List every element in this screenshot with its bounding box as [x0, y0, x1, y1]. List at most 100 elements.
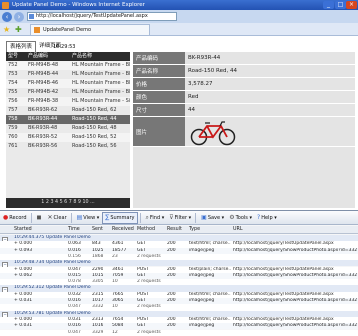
- grid-cell-name: Road-150 Red, 52: [72, 134, 117, 140]
- bike-photo: [190, 121, 236, 146]
- grid-cell-id: 756: [8, 98, 18, 104]
- detail-value: 44: [185, 104, 355, 117]
- grid-pager[interactable]: 1 2 3 4 5 6 7 8 9 10 ...: [6, 198, 130, 208]
- grid-cell-name: HL Mountain Frame - Black, 42: [72, 89, 130, 95]
- favorites-star-icon[interactable]: ★: [3, 25, 12, 34]
- record-button[interactable]: ●Record: [1, 213, 29, 223]
- save-button[interactable]: ▣Save ▾: [199, 213, 226, 223]
- add-favorites-icon[interactable]: ✚: [15, 25, 24, 34]
- grid-header-name: 产品名称: [72, 53, 93, 59]
- grid-cell-name: HL Mountain Frame - Black, 46: [72, 80, 130, 86]
- session-summary-row[interactable]: 0.047 3329 12 2 requests: [0, 329, 358, 336]
- detail-row-color: 颜色 Red: [133, 91, 355, 104]
- detail-empty-area: [133, 147, 355, 208]
- detail-label: 颜色: [133, 91, 185, 104]
- col-time[interactable]: Time: [68, 226, 80, 234]
- grid-cell-code: FR-M94B-48: [28, 62, 59, 68]
- grid-cell-name: HL Mountain Frame - Black, 48: [72, 62, 130, 68]
- grid-row[interactable]: 757 BK-R93R-62 Road-150 Red, 62: [6, 106, 130, 115]
- window-title: Update Panel Demo - Windows Internet Exp…: [12, 2, 145, 8]
- view-button[interactable]: ▤View ▾: [75, 213, 102, 223]
- col-result[interactable]: Result: [167, 226, 182, 234]
- grid-header-code: 产品编码: [28, 53, 49, 59]
- col-type[interactable]: Type: [189, 226, 200, 234]
- detail-value: 3,578.27: [185, 78, 355, 91]
- maximize-button[interactable]: □: [335, 1, 346, 9]
- fiddler-toolbar: ●Record ◼ ✕Clear ▤View ▾ ∑Summary ⌕Find …: [0, 211, 358, 225]
- detail-value: Road-150 Red, 44: [185, 65, 355, 78]
- grid-cell-id: 752: [8, 62, 18, 68]
- grid-cell-id: 758: [8, 116, 18, 122]
- clear-button[interactable]: ✕Clear: [46, 213, 69, 223]
- grid-cell-name: HL Mountain Frame - Black, 44: [72, 71, 130, 77]
- grid-row[interactable]: 752 FR-M94B-48 HL Mountain Frame - Black, …: [6, 61, 130, 70]
- ie-icon: [2, 1, 9, 9]
- grid-cell-name: HL Mountain Frame - Silver, 38: [72, 98, 130, 104]
- col-method[interactable]: Method: [137, 226, 155, 234]
- grid-cell-id: 759: [8, 125, 18, 131]
- address-url: http://localhost/jquery/TestUpdatePanel.…: [36, 13, 148, 19]
- fiddler-column-headers: Started Time Sent Received Method Result…: [0, 226, 358, 234]
- tab-bar: ★ ✚ UpdatePanel Demo: [0, 23, 358, 36]
- grid-cell-code: BK-R93R-48: [28, 125, 58, 131]
- address-toolbar: ‹ › http://localhost/jquery/TestUpdatePa…: [0, 10, 358, 23]
- grid-row[interactable]: 761 BK-R93R-56 Road-150 Red, 56: [6, 142, 130, 151]
- detail-row-photo: 图片: [133, 117, 355, 147]
- grid-cell-name: Road-150 Red, 56: [72, 143, 117, 149]
- summary-time: 0.047: [68, 329, 81, 335]
- find-button[interactable]: ⌕Find ▾: [144, 213, 167, 223]
- detail-label: 尺寸: [133, 104, 185, 117]
- grid-row[interactable]: 756 FR-M94B-38 HL Mountain Frame - Silver,…: [6, 97, 130, 106]
- grid-cell-name: Road-150 Red, 48: [72, 125, 117, 131]
- detail-row-price: 价格 3,578.27: [133, 78, 355, 91]
- update-timestamp: 10:29:53: [53, 44, 76, 50]
- grid-cell-id: 753: [8, 71, 18, 77]
- back-button[interactable]: ‹: [2, 11, 12, 22]
- product-detail: 产品编码 BK-R93R-44 产品名称 Road-150 Red, 44 价格…: [133, 52, 355, 208]
- close-button[interactable]: ×: [346, 1, 357, 9]
- col-url[interactable]: URL: [233, 226, 243, 234]
- grid-row[interactable]: 758 BK-R93R-44 Road-150 Red, 44: [6, 115, 130, 124]
- grid-cell-id: 760: [8, 134, 18, 140]
- tab-page-icon: [34, 26, 40, 33]
- grid-cell-id: 757: [8, 107, 18, 113]
- detail-label: 价格: [133, 78, 185, 91]
- grid-cell-code: FR-M94B-44: [28, 71, 59, 77]
- grid-row[interactable]: 754 FR-M94B-46 HL Mountain Frame - Black, …: [6, 79, 130, 88]
- forward-button[interactable]: ›: [14, 11, 24, 22]
- detail-photo-cell: [185, 117, 355, 147]
- grid-header-id: 型号: [8, 53, 19, 59]
- help-button[interactable]: ?Help ▾: [255, 213, 279, 223]
- detail-row-code: 产品编码 BK-R93R-44: [133, 52, 355, 65]
- col-started[interactable]: Started: [14, 226, 32, 234]
- grid-row[interactable]: 755 FR-M94B-42 HL Mountain Frame - Black, …: [6, 88, 130, 97]
- grid-cell-name: Road-150 Red, 62: [72, 107, 117, 113]
- tools-button[interactable]: ⚙Tools ▾: [227, 213, 254, 223]
- tab-list-view[interactable]: 表格列表: [6, 40, 37, 52]
- grid-row[interactable]: 759 BK-R93R-48 Road-150 Red, 48: [6, 124, 130, 133]
- grid-cell-code: FR-M94B-46: [28, 80, 59, 86]
- detail-label: 产品编码: [133, 52, 185, 65]
- grid-cell-name: Road-150 Red, 44: [72, 116, 117, 122]
- col-received[interactable]: Received: [112, 226, 134, 234]
- detail-row-name: 产品名称 Road-150 Red, 44: [133, 65, 355, 78]
- address-input[interactable]: http://localhost/jquery/TestUpdatePanel.…: [27, 12, 177, 21]
- grid-row[interactable]: 753 FR-M94B-44 HL Mountain Frame - Black, …: [6, 70, 130, 79]
- detail-value: Red: [185, 91, 355, 104]
- minimize-button[interactable]: _: [323, 1, 334, 9]
- tab-title: UpdatePanel Demo: [43, 26, 92, 33]
- grid-row[interactable]: 760 BK-R93R-52 Road-150 Red, 52: [6, 133, 130, 142]
- grid-cell-id: 754: [8, 80, 18, 86]
- grid-cell-code: FR-M94B-38: [28, 98, 59, 104]
- browser-tab[interactable]: UpdatePanel Demo: [30, 23, 150, 35]
- stop-icon[interactable]: ◼: [35, 213, 45, 223]
- grid-cell-code: BK-R93R-52: [28, 134, 58, 140]
- filter-button[interactable]: ⊽Filter ▾: [167, 213, 193, 223]
- col-sent[interactable]: Sent: [92, 226, 103, 234]
- detail-value: BK-R93R-44: [185, 52, 355, 65]
- grid-cell-code: BK-R93R-62: [28, 107, 58, 113]
- summary-sent: 3329: [92, 329, 104, 335]
- window-title-bar: Update Panel Demo - Windows Internet Exp…: [0, 0, 358, 10]
- summary-button[interactable]: ∑Summary: [102, 211, 138, 224]
- grid-cell-code: BK-R93R-56: [28, 143, 58, 149]
